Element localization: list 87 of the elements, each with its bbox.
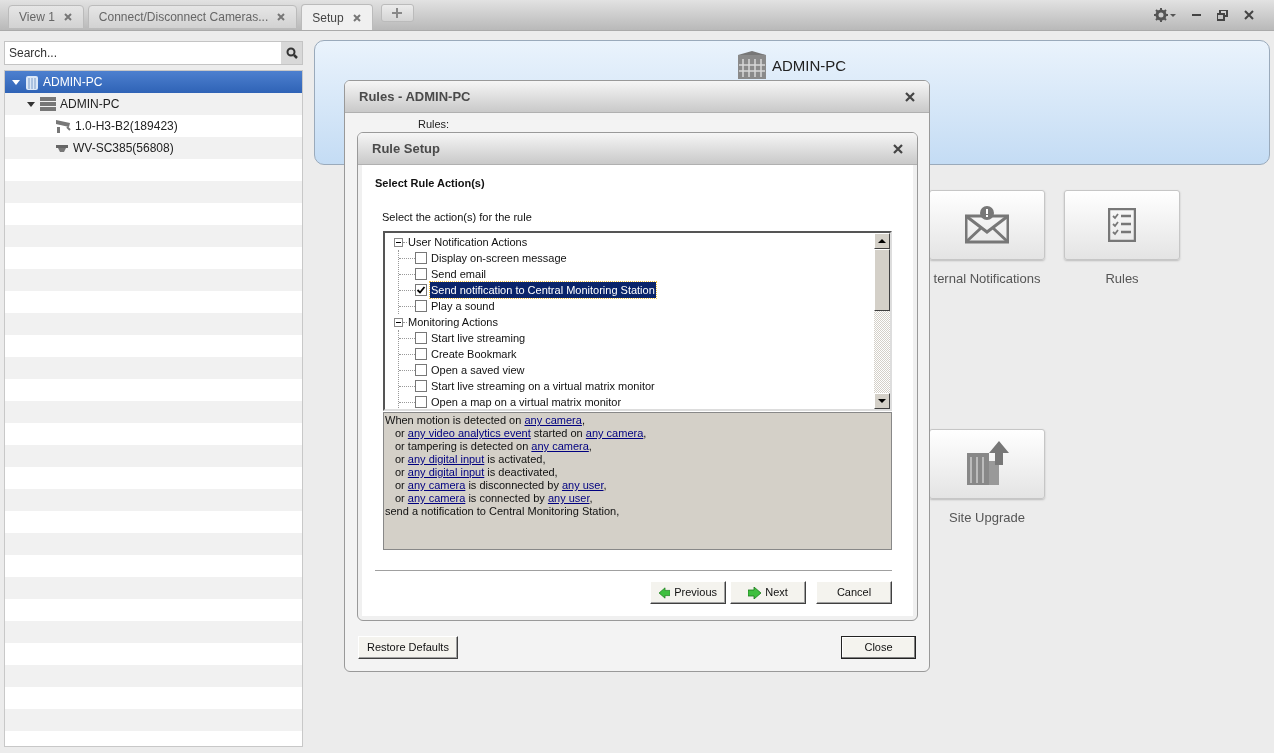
rule-link[interactable]: any camera (407, 479, 466, 491)
tab[interactable]: Setup (301, 4, 373, 30)
tile-label: Rules (1105, 270, 1139, 288)
settings-icon[interactable] (1154, 8, 1176, 22)
rule-description-line: or any digital input is deactivated, (394, 466, 559, 479)
restore-icon[interactable] (1217, 9, 1228, 21)
setup-tile[interactable] (1064, 190, 1180, 260)
building-upload-icon (965, 440, 1009, 487)
rule-description-line: or any camera is connected by any user, (394, 492, 594, 505)
new-tab-button[interactable] (380, 4, 414, 22)
close-icon[interactable] (351, 12, 362, 23)
button[interactable]: Cancel (816, 581, 892, 604)
collapse-icon[interactable] (394, 237, 403, 247)
checkbox[interactable] (415, 396, 427, 408)
rule-description-line: When motion is detected on any camera, (385, 414, 586, 427)
tree-item[interactable]: User Notification Actions (408, 233, 528, 251)
tree-item[interactable]: ADMIN-PC (5, 71, 302, 93)
dialog-title: Rules - ADMIN-PC (359, 87, 471, 106)
server-icon (40, 96, 56, 112)
action-item[interactable]: Play a sound (430, 297, 496, 315)
caret-down-icon[interactable] (26, 99, 36, 109)
action-item[interactable]: Open a map on a virtual matrix monitor (430, 393, 623, 409)
instruction-text: Select the action(s) for the rule (382, 209, 533, 225)
tree-item[interactable]: ADMIN-PC (5, 93, 302, 115)
arrow-left-icon (659, 586, 671, 599)
rule-link[interactable]: any camera (524, 414, 582, 426)
rule-description-line: or any camera is disconnected by any user, (394, 479, 608, 492)
dialog-title: Rule Setup (372, 139, 440, 158)
checkbox[interactable] (415, 252, 427, 264)
rule-link[interactable]: any video analytics event (407, 427, 531, 439)
camera-icon (55, 118, 71, 134)
tree-item[interactable]: 1.0-H3-B2(189423) (5, 115, 302, 137)
action-item[interactable]: Send notification to Central Monitoring Station (430, 281, 656, 299)
button[interactable]: Restore Defaults (358, 636, 458, 659)
tab[interactable]: View 1 (8, 5, 84, 29)
building-icon (25, 73, 39, 91)
rule-description-line: or any digital input is activated, (394, 453, 547, 466)
button[interactable]: Next (730, 581, 806, 604)
action-item[interactable]: Display on-screen message (430, 249, 568, 267)
checkbox[interactable] (415, 268, 427, 280)
rule-link[interactable]: any camera (407, 492, 466, 504)
setup-tile[interactable] (929, 190, 1045, 260)
building-icon (737, 51, 766, 79)
checklist-icon (1108, 208, 1136, 242)
close-icon[interactable] (893, 143, 903, 154)
checkbox[interactable] (415, 284, 427, 296)
rules-label: Rules: (418, 118, 450, 131)
collapse-icon[interactable] (394, 317, 403, 327)
section-heading: Select Rule Action(s) (375, 176, 486, 191)
site-name: ADMIN-PC (771, 56, 847, 76)
tree-item[interactable]: Monitoring Actions (408, 313, 498, 331)
rule-link[interactable]: any user (561, 479, 604, 491)
action-item[interactable]: Start live streaming on a virtual matrix monitor (430, 377, 656, 395)
action-item[interactable]: Open a saved view (430, 361, 526, 379)
close-icon[interactable] (276, 12, 287, 22)
close-icon[interactable] (1244, 10, 1254, 20)
action-item[interactable]: Create Bookmark (430, 345, 518, 363)
button[interactable]: Close (841, 636, 916, 659)
checkbox[interactable] (415, 364, 427, 376)
rule-description-line: send a notification to Central Monitoring Station, (385, 505, 621, 518)
arrow-down-icon[interactable] (878, 399, 886, 403)
button[interactable]: Previous (650, 581, 726, 604)
setup-tile[interactable] (929, 428, 1045, 499)
scrollbar[interactable] (874, 233, 890, 409)
rule-link[interactable]: any digital input (407, 466, 485, 478)
tile-label: ternal Notifications (933, 270, 1041, 288)
arrow-up-icon[interactable] (878, 239, 886, 243)
action-item[interactable]: Send email (430, 265, 488, 283)
checkbox[interactable] (415, 348, 427, 360)
rule-description-line: or tampering is detected on any camera, (394, 440, 593, 453)
caret-down-icon[interactable] (11, 77, 21, 87)
action-item[interactable]: Start live streaming (430, 329, 527, 347)
tile-label: Site Upgrade (949, 508, 1025, 527)
checkbox[interactable] (415, 300, 427, 312)
rule-link[interactable]: any camera (531, 440, 589, 452)
rule-link[interactable]: any digital input (407, 453, 485, 465)
tree-item[interactable]: WV-SC385(56808) (5, 137, 302, 159)
plus-icon (392, 8, 403, 18)
tab[interactable]: Connect/Disconnect Cameras... (87, 5, 298, 29)
close-icon[interactable] (905, 91, 915, 102)
close-icon[interactable] (62, 12, 73, 22)
arrow-right-icon (748, 586, 762, 599)
envelope-alert-icon (965, 206, 1009, 244)
checkbox[interactable] (415, 380, 427, 392)
dome-camera-icon (55, 142, 69, 154)
rule-description-line: or any video analytics event started on any camera, (394, 427, 648, 440)
checkbox[interactable] (415, 332, 427, 344)
